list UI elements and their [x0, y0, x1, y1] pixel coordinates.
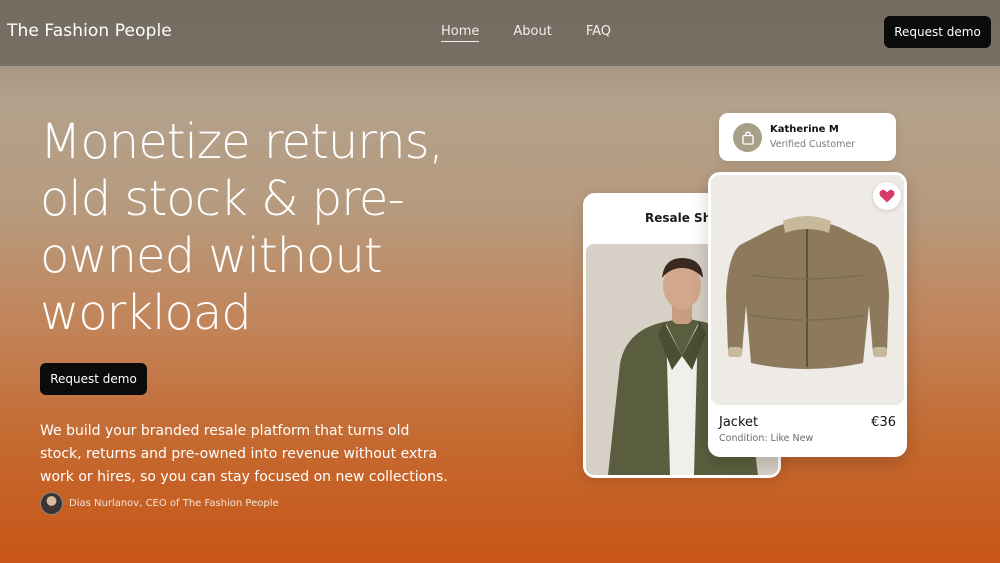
- hero-headline: Monetize returns, old stock & pre-owned …: [40, 114, 444, 341]
- nav-link-faq[interactable]: FAQ: [586, 24, 611, 42]
- product-condition: Condition: Like New: [719, 433, 814, 444]
- author-avatar: [40, 492, 63, 515]
- product-price: €36: [871, 415, 896, 430]
- shopping-bag-icon: [741, 131, 754, 145]
- nav-link-home[interactable]: Home: [441, 24, 480, 42]
- brand-logo[interactable]: The Fashion People: [7, 21, 172, 41]
- customer-status: Verified Customer: [770, 139, 856, 150]
- author-attribution: Dias Nurlanov, CEO of The Fashion People: [40, 492, 279, 515]
- hero-request-demo-button[interactable]: Request demo: [40, 363, 147, 395]
- favorite-button[interactable]: [873, 182, 901, 210]
- product-name: Jacket: [719, 415, 759, 430]
- nav-link-about[interactable]: About: [513, 24, 551, 42]
- nav-links: Home About FAQ: [441, 24, 645, 42]
- hero-description: We build your branded resale platform th…: [40, 423, 448, 485]
- product-card[interactable]: Jacket €36 Condition: Like New: [708, 172, 907, 457]
- top-navigation: The Fashion People Home About FAQ Reques…: [0, 0, 1000, 66]
- verified-customer-card: Katherine M Verified Customer: [719, 113, 896, 161]
- customer-badge: [733, 123, 762, 152]
- nav-request-demo-button[interactable]: Request demo: [884, 16, 991, 48]
- customer-name: Katherine M: [770, 124, 839, 135]
- heart-icon: [879, 189, 895, 203]
- jacket-photo: [711, 175, 904, 405]
- author-name: Dias Nurlanov, CEO of The Fashion People: [69, 498, 279, 509]
